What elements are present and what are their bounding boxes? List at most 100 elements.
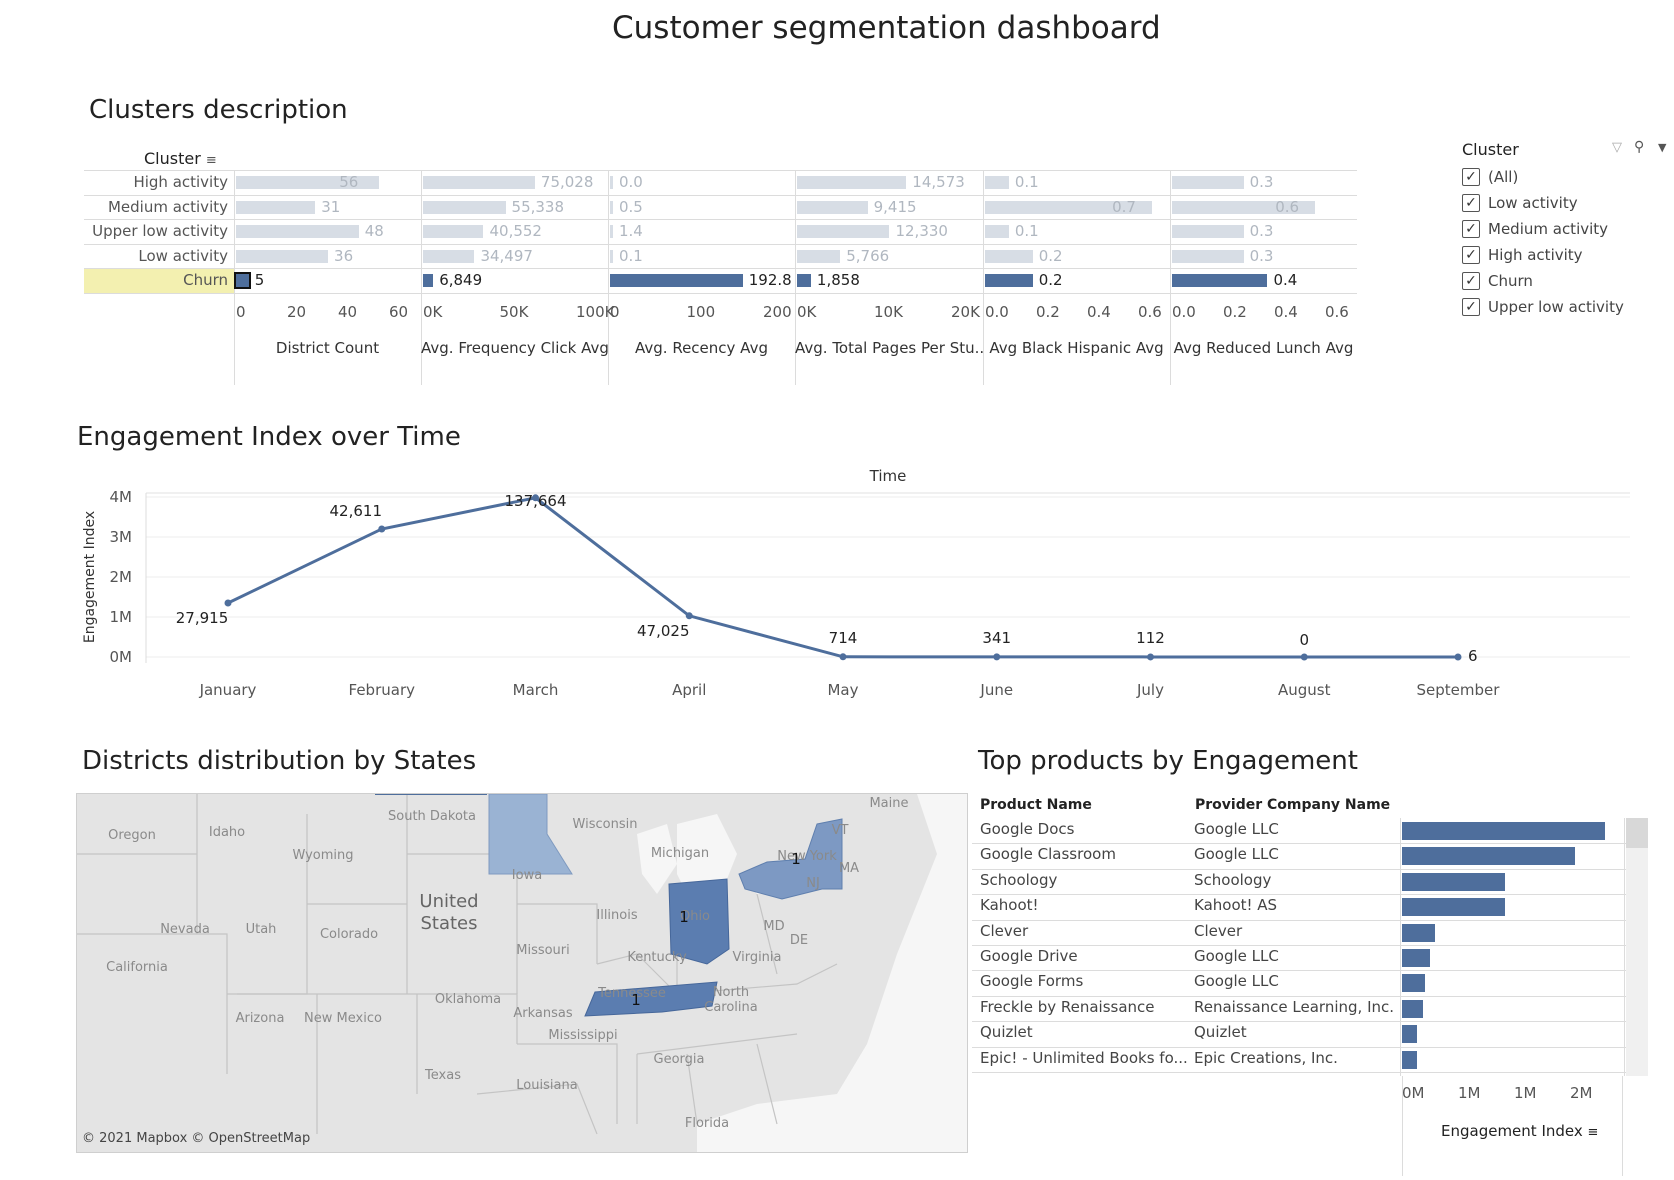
data-point[interactable] (1147, 653, 1154, 661)
cluster-bar[interactable] (797, 274, 811, 287)
filter-option[interactable]: ✓ Medium activity (1462, 216, 1672, 242)
checkbox-icon[interactable]: ✓ (1462, 220, 1480, 238)
y-axis-title: Engagement Index (82, 511, 98, 643)
cluster-bar[interactable] (985, 249, 1033, 263)
filter-funnel-icon[interactable]: ▽ (1612, 140, 1622, 155)
provider-name: Google LLC (1194, 972, 1279, 991)
cluster-bar[interactable] (797, 176, 907, 189)
cluster-value-label: 0.1 (619, 246, 643, 265)
cluster-bar[interactable] (1172, 176, 1244, 189)
data-label: 27,915 (176, 609, 229, 627)
checkbox-icon[interactable]: ✓ (1462, 272, 1480, 290)
cluster-value-label: 5 (254, 271, 265, 289)
cluster-bar[interactable] (797, 249, 841, 263)
product-name[interactable]: Kahoot! (980, 896, 1039, 914)
filter-option[interactable]: ✓ Upper low activity (1462, 294, 1672, 320)
product-name[interactable]: Freckle by Renaissance (980, 998, 1155, 1016)
product-name[interactable]: Schoology (980, 871, 1057, 889)
cluster-value-label: 0.2 (1038, 271, 1063, 289)
checkbox-icon[interactable]: ✓ (1462, 168, 1480, 186)
row-divider (972, 1046, 1626, 1048)
cluster-bar[interactable] (236, 200, 316, 214)
checkbox-icon[interactable]: ✓ (1462, 298, 1480, 316)
map-state-label: Georgia (654, 1052, 705, 1067)
y-tick-label: 3M (110, 528, 133, 546)
product-name[interactable]: Epic! - Unlimited Books fo... (980, 1049, 1188, 1067)
cluster-bar[interactable] (1172, 249, 1244, 263)
cluster-bar[interactable] (423, 225, 484, 238)
scrollbar-thumb[interactable] (1626, 818, 1648, 848)
filter-option[interactable]: ✓ (All) (1462, 164, 1672, 190)
sort-icon[interactable]: ≡ (206, 153, 217, 168)
filter-option[interactable]: ✓ Churn (1462, 268, 1672, 294)
cluster-bar[interactable] (236, 225, 359, 238)
engagement-bar[interactable] (1402, 923, 1436, 942)
districts-map[interactable]: Oregon Idaho Wyoming South Dakota Wisconsin M… (76, 793, 968, 1153)
axis-tick-label: 0K (423, 302, 443, 321)
search-icon[interactable]: ⚲ (1634, 139, 1644, 155)
chevron-down-icon[interactable]: ▼ (1658, 141, 1666, 154)
engagement-bar[interactable] (1402, 999, 1424, 1018)
cluster-row-label[interactable]: Churn (84, 271, 228, 289)
cluster-row-label[interactable]: Upper low activity (84, 222, 228, 240)
data-point[interactable] (1454, 653, 1462, 661)
product-name[interactable]: Google Drive (980, 947, 1078, 965)
provider-name: Google LLC (1194, 947, 1279, 965)
cluster-bar[interactable] (1172, 225, 1244, 238)
product-name[interactable]: Clever (980, 922, 1028, 940)
data-point[interactable] (993, 653, 1001, 661)
data-point[interactable] (1300, 653, 1308, 661)
checkbox-icon[interactable]: ✓ (1462, 194, 1480, 212)
cluster-row-label[interactable]: High activity (84, 173, 228, 191)
cluster-bar[interactable] (610, 176, 613, 189)
map-state-label: New York (777, 849, 837, 864)
cluster-bar[interactable] (423, 200, 506, 214)
cluster-bar[interactable] (423, 176, 535, 189)
cluster-bar[interactable] (1172, 274, 1268, 287)
cluster-bar[interactable] (610, 200, 613, 214)
dashboard-title: Customer segmentation dashboard (612, 10, 1161, 46)
sort-icon[interactable]: ≡ (1588, 1125, 1599, 1140)
cluster-bar[interactable] (985, 225, 1009, 238)
map-state-label: United (419, 891, 478, 912)
engagement-bar[interactable] (1402, 974, 1425, 993)
product-name[interactable]: Google Classroom (980, 845, 1116, 863)
checkbox-icon[interactable]: ✓ (1462, 246, 1480, 264)
data-point[interactable] (378, 525, 386, 533)
products-axis-label: Engagement Index (1441, 1122, 1583, 1140)
data-point[interactable] (839, 653, 847, 661)
cluster-bar[interactable] (423, 249, 475, 263)
data-point[interactable] (685, 612, 693, 620)
engagement-bar[interactable] (1402, 847, 1575, 866)
engagement-bar[interactable] (1402, 1025, 1418, 1044)
engagement-bar[interactable] (1402, 898, 1506, 917)
cluster-row-label[interactable]: Medium activity (84, 198, 228, 216)
cluster-bar[interactable] (423, 274, 434, 287)
cluster-bar[interactable] (985, 274, 1033, 287)
engagement-bar[interactable] (1402, 822, 1606, 840)
axis-tick-label: 0 (610, 302, 620, 321)
cluster-bar[interactable] (610, 249, 613, 263)
cluster-bar[interactable] (610, 225, 613, 238)
products-scrollbar[interactable] (1626, 818, 1648, 1076)
filter-option[interactable]: ✓ Low activity (1462, 190, 1672, 216)
axis-tick-label: 0.6 (1138, 302, 1162, 321)
filter-option[interactable]: ✓ High activity (1462, 242, 1672, 268)
cluster-bar[interactable] (610, 274, 743, 287)
product-name[interactable]: Google Forms (980, 972, 1083, 990)
cluster-bar[interactable] (797, 200, 868, 214)
y-tick-label: 1M (110, 608, 133, 626)
cluster-bar[interactable] (797, 225, 890, 238)
engagement-bar[interactable] (1402, 949, 1430, 967)
cluster-row-label[interactable]: Low activity (84, 247, 228, 265)
product-name[interactable]: Google Docs (980, 820, 1074, 838)
cluster-bar[interactable] (234, 272, 251, 289)
cluster-bar[interactable] (236, 249, 329, 263)
product-name[interactable]: Quizlet (980, 1023, 1033, 1041)
data-point[interactable] (224, 599, 232, 607)
engagement-bar[interactable] (1402, 872, 1506, 891)
cluster-bar[interactable] (985, 176, 1009, 189)
y-tick-label: 0M (110, 648, 133, 666)
engagement-bar[interactable] (1402, 1050, 1417, 1069)
row-divider (972, 970, 1626, 972)
